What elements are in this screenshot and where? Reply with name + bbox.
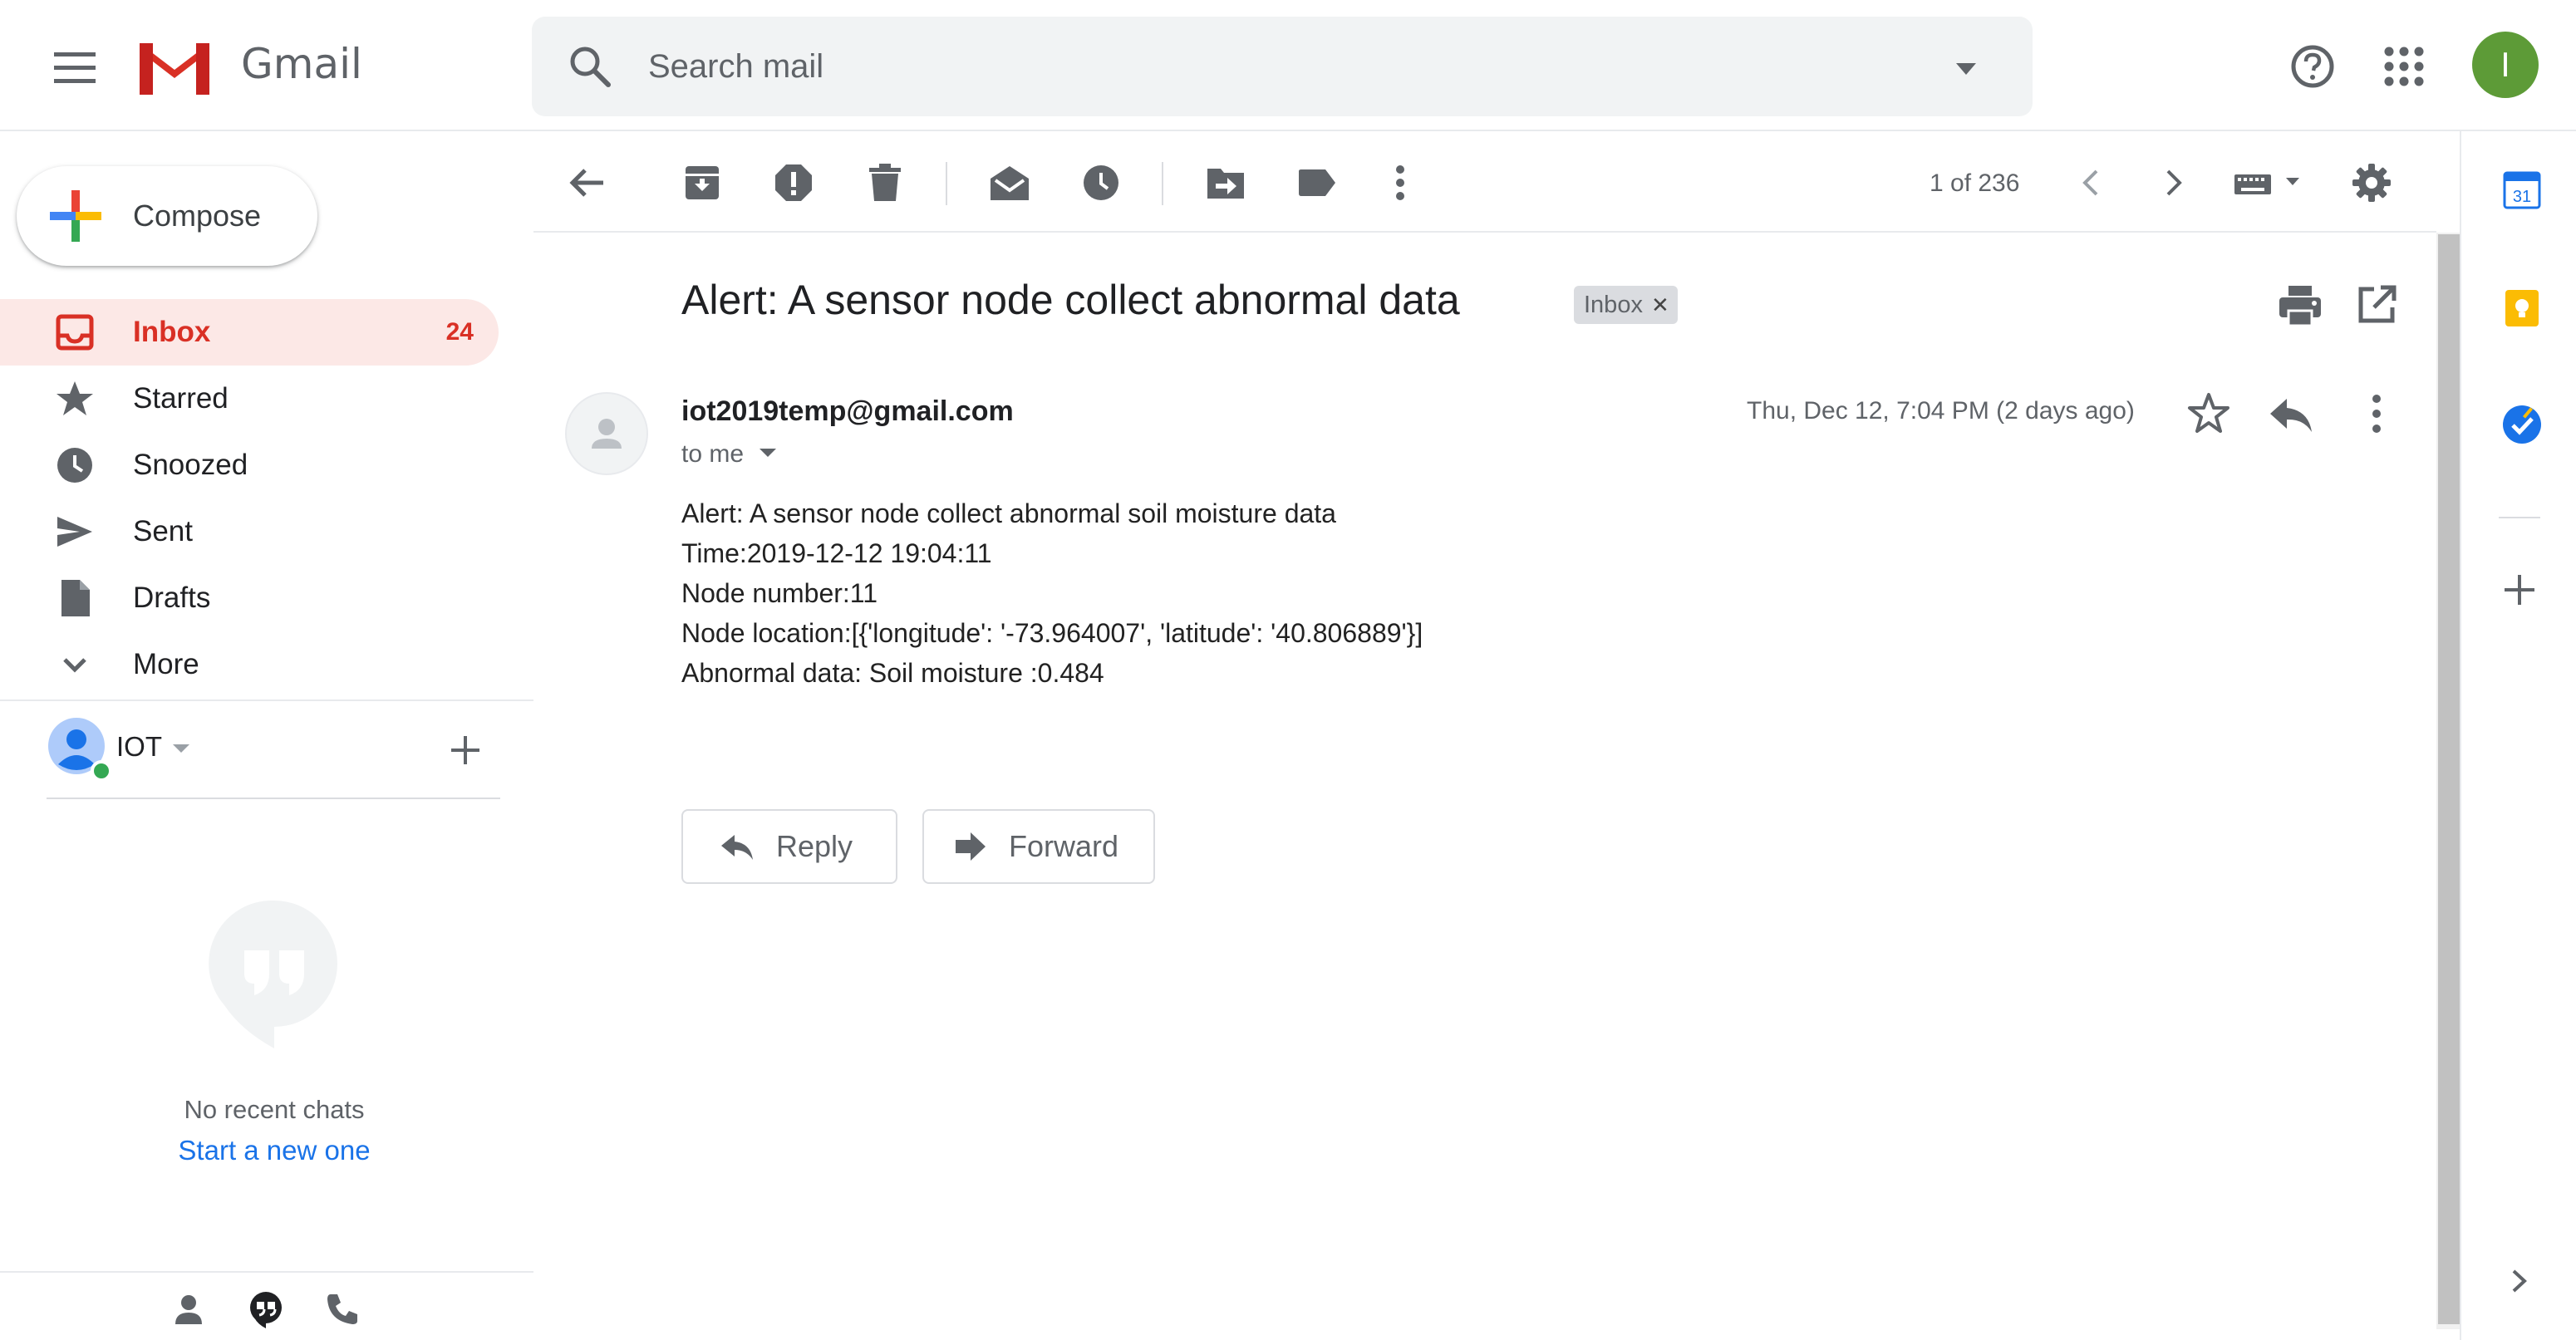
open-in-new-window-icon[interactable]	[2356, 284, 2397, 326]
message-more-options-icon[interactable]	[2353, 390, 2400, 437]
search-input[interactable]	[648, 42, 1895, 91]
more-options-icon[interactable]	[1375, 158, 1425, 208]
show-details-caret-icon[interactable]	[758, 447, 778, 459]
keep-icon[interactable]	[2503, 289, 2541, 327]
toolbar-divider-line	[533, 231, 2436, 233]
sender-email[interactable]: iot2019temp@gmail.com	[681, 395, 1014, 428]
inbox-label-chip[interactable]: Inbox ✕	[1574, 286, 1678, 324]
input-tools-keyboard-icon[interactable]	[2227, 158, 2310, 208]
send-icon	[57, 517, 92, 547]
body-line: Time:2019-12-12 19:04:11	[681, 538, 992, 568]
forward-arrow-icon	[956, 832, 986, 861]
back-icon[interactable]	[562, 158, 612, 208]
snooze-icon[interactable]	[1076, 158, 1126, 208]
hangouts-chat-icon[interactable]	[246, 1289, 286, 1329]
gmail-logo-icon[interactable]	[133, 35, 216, 100]
account-avatar[interactable]: I	[2472, 32, 2539, 98]
sidebar-item-label: Starred	[133, 382, 229, 415]
sender-avatar[interactable]	[565, 392, 648, 475]
main-menu-icon[interactable]	[42, 35, 108, 101]
reply-button-label: Reply	[776, 829, 853, 863]
sidebar-divider	[0, 699, 533, 701]
compose-plus-icon	[50, 190, 101, 242]
search-options-caret-icon[interactable]	[1949, 52, 1983, 85]
recipient-text: to me	[681, 440, 745, 468]
chat-bottom-bar	[0, 1271, 533, 1340]
search-bar[interactable]	[532, 17, 2033, 116]
body-line: Node location:[{'longitude': '-73.964007…	[681, 618, 1423, 648]
star-message-icon[interactable]	[2185, 390, 2232, 437]
sidebar-item-starred[interactable]: Starred	[0, 366, 499, 432]
settings-gear-icon[interactable]	[2347, 158, 2397, 208]
apps-grid-icon[interactable]	[2383, 46, 2425, 87]
calendar-day-number: 31	[2513, 188, 2531, 206]
mark-unread-icon[interactable]	[985, 158, 1035, 208]
contacts-icon[interactable]	[170, 1291, 207, 1328]
account-caret-icon[interactable]	[171, 742, 191, 755]
chat-bubble-icon	[208, 897, 341, 1050]
brand-name[interactable]: Gmail	[241, 40, 362, 88]
label-chip-text: Inbox	[1584, 291, 1643, 318]
sidebar-item-more[interactable]: More	[0, 631, 499, 698]
body-line: Alert: A sensor node collect abnormal so…	[681, 498, 1336, 528]
unread-count-badge: 24	[445, 318, 474, 346]
sidebar-item-label: Sent	[133, 515, 193, 547]
scrollbar-thumb[interactable]	[2438, 234, 2460, 1324]
remove-label-close-icon[interactable]: ✕	[1651, 292, 1669, 318]
toolbar-divider	[946, 162, 947, 205]
report-spam-icon[interactable]	[769, 158, 819, 208]
sidebar-item-label: Inbox	[133, 316, 211, 348]
side-panel-divider	[2499, 517, 2540, 518]
move-to-icon[interactable]	[1201, 158, 1251, 208]
search-icon[interactable]	[565, 42, 615, 91]
reply-arrow-icon	[721, 835, 753, 860]
star-icon	[57, 381, 93, 415]
clock-icon	[57, 448, 92, 483]
hangouts-account-name[interactable]: IOT	[116, 731, 162, 763]
archive-icon[interactable]	[677, 158, 727, 208]
sidebar-item-sent[interactable]: Sent	[0, 498, 499, 565]
compose-button[interactable]: Compose	[17, 166, 317, 266]
forward-button[interactable]: Forward	[922, 809, 1155, 884]
email-body: Alert: A sensor node collect abnormal so…	[681, 493, 1423, 693]
body-line: Abnormal data: Soil moisture :0.484	[681, 658, 1104, 688]
compose-label: Compose	[133, 199, 262, 233]
sidebar-item-drafts[interactable]: Drafts	[0, 565, 499, 631]
calendar-icon[interactable]: 31	[2503, 171, 2541, 209]
inbox-icon	[56, 314, 94, 351]
sidebar-item-label: Drafts	[133, 582, 211, 614]
tasks-icon[interactable]	[2501, 404, 2543, 445]
sidebar-item-inbox[interactable]: Inbox 24	[0, 299, 499, 366]
sidebar-item-snoozed[interactable]: Snoozed	[0, 432, 499, 498]
reply-icon[interactable]	[2267, 390, 2315, 439]
top-header: Gmail I	[0, 0, 2576, 131]
pagination-text: 1 of 236	[1930, 169, 2020, 197]
email-subject: Alert: A sensor node collect abnormal da…	[681, 277, 1460, 323]
sidebar-item-label: Snoozed	[133, 449, 248, 481]
message-date: Thu, Dec 12, 7:04 PM (2 days ago)	[1747, 397, 2135, 425]
hangouts-user-icon[interactable]	[47, 716, 113, 783]
print-icon[interactable]	[2277, 282, 2323, 329]
chevron-down-icon	[63, 658, 86, 673]
reply-button[interactable]: Reply	[681, 809, 897, 884]
draft-icon	[61, 580, 90, 616]
start-new-chat-link[interactable]: Start a new one	[108, 1135, 440, 1166]
add-chat-icon[interactable]	[445, 729, 486, 771]
phone-icon[interactable]	[324, 1291, 361, 1328]
expand-panel-chevron-icon[interactable]	[2505, 1264, 2534, 1298]
body-line: Node number:11	[681, 578, 878, 608]
toolbar-divider	[1162, 162, 1163, 205]
newer-chevron-icon[interactable]	[2066, 158, 2116, 208]
label-icon[interactable]	[1292, 158, 1342, 208]
sidebar-item-label: More	[133, 648, 199, 680]
delete-icon[interactable]	[860, 158, 910, 208]
forward-button-label: Forward	[1009, 829, 1119, 863]
account-divider	[47, 798, 500, 799]
no-recent-chats-text: No recent chats	[184, 1095, 365, 1124]
side-panel: 31	[2460, 131, 2576, 1340]
get-addons-plus-icon[interactable]	[2501, 572, 2538, 608]
help-icon[interactable]	[2289, 43, 2336, 90]
older-chevron-icon[interactable]	[2149, 158, 2199, 208]
